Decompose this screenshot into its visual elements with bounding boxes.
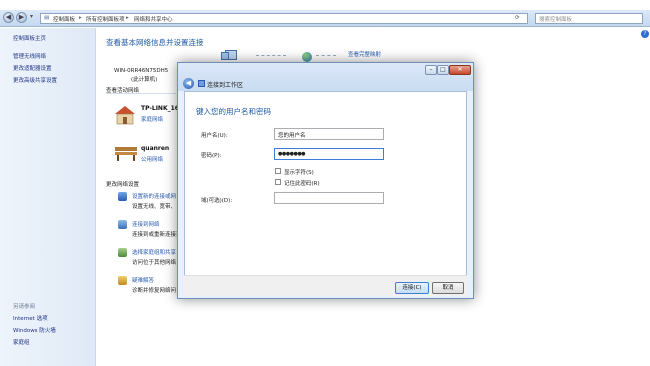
sidebar-item-adapter[interactable]: 更改适配器设置 — [13, 64, 52, 72]
troubleshoot-icon — [118, 276, 127, 285]
folder-icon: ▤ — [44, 15, 50, 21]
password-field[interactable]: ●●●●●●● — [274, 148, 384, 160]
dialog-heading: 键入您的用户名和密码 — [196, 107, 271, 116]
credentials-dialog: – □ ✕ ◀ 连接到工作区 键入您的用户名和密码 用户名(U): 您的用户名 … — [177, 62, 474, 299]
username-label: 用户名(U): — [201, 133, 228, 139]
breadcrumb-network-center[interactable]: 网络和共享中心 — [134, 15, 173, 23]
forward-icon[interactable]: ▶ — [16, 12, 27, 23]
sidebar-item-firewall[interactable]: Windows 防火墙 — [13, 326, 56, 334]
refresh-icon[interactable]: ⟳ — [515, 15, 520, 21]
connect-button[interactable]: 连接(C) — [395, 282, 429, 294]
sidebar-item-internet-options[interactable]: Internet 选项 — [13, 314, 48, 322]
internet-globe-icon — [302, 52, 312, 62]
homegroup-icon — [118, 248, 127, 257]
task-troubleshoot-link[interactable]: 疑难解答 — [132, 276, 154, 284]
close-button[interactable]: ✕ — [449, 65, 471, 75]
network-type-1-link[interactable]: 家庭网络 — [141, 115, 163, 123]
new-connection-icon — [118, 192, 127, 201]
cancel-button[interactable]: 取消 — [432, 282, 464, 294]
sidebar-item-home[interactable]: 控制面板主页 — [13, 34, 46, 42]
see-also-header: 另请参阅 — [13, 304, 36, 310]
breadcrumb-all-items[interactable]: 所有控制面板项 — [86, 15, 125, 23]
dialog-back-icon[interactable]: ◀ — [183, 78, 194, 89]
dialog-title: 连接到工作区 — [207, 82, 244, 89]
address-bar[interactable]: ▤ 控制面板 ▸ 所有控制面板项 ▸ 网络和共享中心 ⟳ — [40, 13, 528, 24]
dialog-titlebar: – □ ✕ ◀ 连接到工作区 — [178, 63, 473, 91]
address-toolbar: ◀ ▶ ▾ ▤ 控制面板 ▸ 所有控制面板项 ▸ 网络和共享中心 ⟳ 搜索控制面… — [0, 10, 650, 27]
connect-network-icon — [118, 220, 127, 229]
back-icon[interactable]: ◀ — [3, 12, 14, 23]
computer-sub: (此计算机) — [131, 77, 158, 83]
breadcrumb-control-panel[interactable]: 控制面板 — [53, 15, 75, 23]
public-network-icon — [115, 147, 137, 161]
maximize-button[interactable]: □ — [437, 65, 449, 75]
task-homegroup-desc: 访问位于其他网络 — [132, 260, 177, 266]
change-settings-heading: 更改网络设置 — [106, 182, 140, 188]
task-new-connection-link[interactable]: 设置新的连接或网 — [132, 192, 176, 200]
task-homegroup-link[interactable]: 选择家庭组和共享 — [132, 248, 176, 256]
show-characters-checkbox[interactable] — [275, 168, 281, 174]
minimize-button[interactable]: – — [425, 65, 437, 75]
sidebar: 控制面板主页 管理无线网络 更改适配器设置 更改高级共享设置 另请参阅 Inte… — [0, 28, 96, 366]
network-name-2: quanren — [141, 145, 170, 152]
history-dropdown-icon[interactable]: ▾ — [30, 13, 33, 20]
computer-name: WIN-0RR46N75DH5 — [114, 68, 169, 74]
network-icon — [221, 52, 229, 60]
sidebar-item-sharing[interactable]: 更改高级共享设置 — [13, 76, 57, 84]
dialog-body: 键入您的用户名和密码 用户名(U): 您的用户名 密码(P): ●●●●●●● … — [184, 91, 467, 287]
username-field[interactable]: 您的用户名 — [274, 128, 384, 140]
page-title: 查看基本网络信息并设置连接 — [106, 38, 204, 47]
search-input[interactable]: 搜索控制面板 — [535, 13, 643, 24]
domain-field[interactable] — [274, 192, 384, 204]
show-characters-label: 显示字符(S) — [284, 170, 314, 176]
password-label: 密码(P): — [201, 153, 222, 159]
remember-password-label: 记住此密码(R) — [284, 181, 320, 187]
task-connect-desc: 连接到或重新连接到 — [132, 232, 182, 238]
home-network-icon — [115, 106, 135, 125]
task-troubleshoot-desc: 诊断并修复网络问 — [132, 288, 177, 294]
sidebar-item-wireless[interactable]: 管理无线网络 — [13, 52, 46, 60]
workplace-icon — [198, 80, 205, 87]
network-type-2-link[interactable]: 公用网络 — [141, 155, 163, 163]
network-name-1: TP-LINK_16 — [141, 105, 179, 112]
dialog-footer: 连接(C) 取消 — [184, 275, 467, 296]
sidebar-item-homegroup[interactable]: 家庭组 — [13, 338, 30, 346]
full-map-link[interactable]: 查看完整映射 — [348, 50, 381, 58]
task-connect-link[interactable]: 连接到网络 — [132, 220, 160, 228]
remember-password-checkbox[interactable] — [275, 179, 281, 185]
domain-label: 域(可选)(D): — [201, 198, 233, 204]
task-new-connection-desc: 设置无线、宽带、 — [132, 204, 177, 210]
